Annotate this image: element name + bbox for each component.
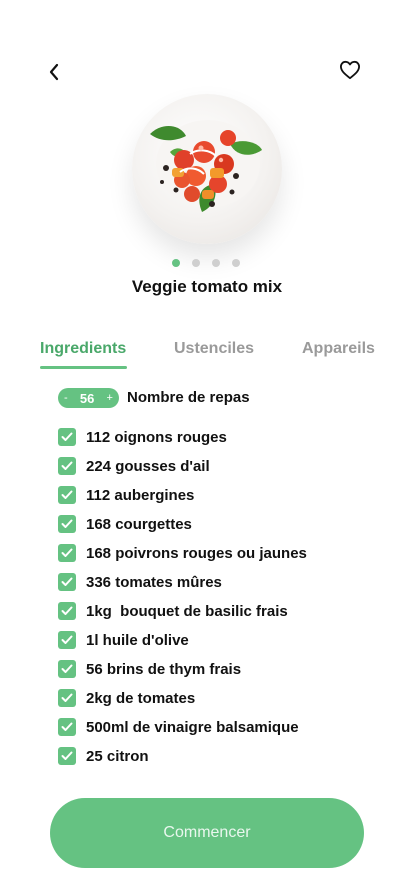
check-icon [61, 693, 73, 702]
checkbox[interactable] [58, 718, 76, 736]
checkbox[interactable] [58, 660, 76, 678]
start-button[interactable]: Commencer [50, 798, 364, 868]
ingredient-text: 112 oignons rouges [86, 429, 227, 446]
ingredient-text: 56 brins de thym frais [86, 661, 242, 678]
ingredient-item[interactable]: 112 oignons rouges [58, 428, 227, 446]
ingredient-text: 2kg de tomates [86, 690, 196, 707]
check-icon [61, 461, 73, 470]
ingredient-item[interactable]: 336 tomates mûres [58, 573, 222, 591]
ingredient-text: 1l huile d'olive [86, 632, 189, 649]
check-icon [61, 722, 73, 731]
chevron-left-icon [49, 63, 59, 81]
checkbox[interactable] [58, 573, 76, 591]
servings-value: 56 [79, 390, 95, 406]
check-icon [61, 606, 73, 615]
ingredient-item[interactable]: 500ml de vinaigre balsamique [58, 718, 299, 736]
servings-label: Nombre de repas [127, 389, 250, 406]
ingredient-text: 224 gousses d'ail [86, 458, 210, 475]
ingredient-text: 25 citron [86, 748, 149, 765]
check-icon [61, 432, 73, 441]
ingredient-text: 336 tomates mûres [86, 574, 222, 591]
ingredient-item[interactable]: 1l huile d'olive [58, 631, 189, 649]
check-icon [61, 577, 73, 586]
carousel-dot-2[interactable] [192, 259, 200, 267]
carousel-dot-4[interactable] [232, 259, 240, 267]
ingredient-item[interactable]: 2kg de tomates [58, 689, 195, 707]
tab-appareils[interactable]: Appareils [302, 340, 375, 358]
checkbox[interactable] [58, 544, 76, 562]
ingredient-item[interactable]: 224 gousses d'ail [58, 457, 210, 475]
check-icon [61, 635, 73, 644]
ingredient-text: 1kg bouquet de basilic frais [86, 603, 288, 620]
carousel-dots [172, 259, 240, 267]
checkbox[interactable] [58, 515, 76, 533]
checkbox[interactable] [58, 457, 76, 475]
ingredient-item[interactable]: 112 aubergines [58, 486, 194, 504]
decrease-servings-button[interactable]: - [64, 392, 68, 404]
ingredient-text: 168 courgettes [86, 516, 192, 533]
ingredient-text: 168 poivrons rouges ou jaunes [86, 545, 307, 562]
ingredient-item[interactable]: 1kg bouquet de basilic frais [58, 602, 288, 620]
checkbox[interactable] [58, 428, 76, 446]
checkbox[interactable] [58, 631, 76, 649]
ingredient-item[interactable]: 56 brins de thym frais [58, 660, 241, 678]
ingredient-item[interactable]: 168 courgettes [58, 515, 192, 533]
dish-image [132, 94, 282, 244]
check-icon [61, 519, 73, 528]
tab-ingredients[interactable]: Ingredients [40, 340, 126, 358]
checkbox[interactable] [58, 747, 76, 765]
check-icon [61, 548, 73, 557]
tab-ustenciles[interactable]: Ustenciles [174, 340, 254, 358]
checkbox[interactable] [58, 689, 76, 707]
recipe-title: Veggie tomato mix [131, 277, 283, 296]
check-icon [61, 751, 73, 760]
ingredient-text: 500ml de vinaigre balsamique [86, 719, 299, 736]
increase-servings-button[interactable]: + [107, 392, 113, 404]
carousel-dot-3[interactable] [212, 259, 220, 267]
ingredient-item[interactable]: 168 poivrons rouges ou jaunes [58, 544, 307, 562]
check-icon [61, 490, 73, 499]
back-button[interactable] [40, 58, 68, 86]
favorite-button[interactable] [336, 56, 364, 84]
servings-stepper[interactable]: - 56 + [58, 388, 119, 408]
checkbox[interactable] [58, 602, 76, 620]
checkbox[interactable] [58, 486, 76, 504]
ingredient-item[interactable]: 25 citron [58, 747, 149, 765]
check-icon [61, 664, 73, 673]
carousel-dot-1[interactable] [172, 259, 180, 267]
heart-outline-icon [339, 60, 360, 80]
ingredient-text: 112 aubergines [86, 487, 195, 504]
active-tab-indicator [40, 366, 127, 369]
dish-illustration [150, 120, 262, 212]
